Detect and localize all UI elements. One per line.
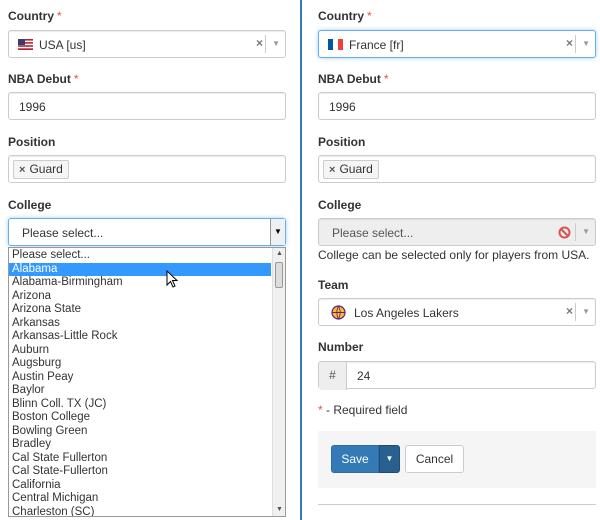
clear-icon[interactable]: × <box>256 36 263 50</box>
country-label: Country * <box>318 9 372 23</box>
scroll-up-icon[interactable]: ▲ <box>274 250 285 257</box>
not-allowed-icon <box>558 226 571 239</box>
dropdown-scrollbar[interactable]: ▲ ▼ <box>272 248 285 516</box>
select-separator <box>575 303 576 321</box>
nba-debut-label: NBA Debut * <box>318 72 389 86</box>
college-label: College <box>318 198 362 212</box>
chevron-down-icon[interactable]: ▼ <box>270 219 285 245</box>
chevron-down-icon[interactable]: ▼ <box>272 39 280 48</box>
college-option[interactable]: Austin Peay <box>9 371 271 385</box>
hash-addon: # <box>319 362 347 390</box>
required-marker: * <box>383 72 389 86</box>
cancel-button[interactable]: Cancel <box>405 445 464 473</box>
select-separator <box>265 35 266 53</box>
college-option[interactable]: Please select... <box>9 249 271 263</box>
nba-debut-value: 1996 <box>19 100 46 114</box>
college-option[interactable]: Alabama-Birmingham <box>9 276 271 290</box>
college-option[interactable]: Baylor <box>9 384 271 398</box>
position-tags-input[interactable]: × Guard <box>8 155 286 183</box>
tag-remove-icon[interactable]: × <box>329 164 335 176</box>
college-option[interactable]: Arizona <box>9 290 271 304</box>
select-separator <box>575 223 576 241</box>
chevron-down-icon[interactable]: ▼ <box>582 39 590 48</box>
college-option[interactable]: Cal State-Fullerton <box>9 465 271 479</box>
college-placeholder: Please select... <box>332 226 414 240</box>
team-value: Los Angeles Lakers <box>354 306 459 320</box>
country-value: France [fr] <box>349 38 404 52</box>
college-option[interactable]: Arkansas <box>9 317 271 331</box>
college-option[interactable]: Cal State Fullerton <box>9 452 271 466</box>
college-option[interactable]: Bowling Green <box>9 425 271 439</box>
college-option[interactable]: Central Michigan <box>9 492 271 506</box>
nba-debut-input[interactable]: 1996 <box>318 92 596 120</box>
required-field-note: * - Required field <box>318 403 408 417</box>
chevron-down-icon: ▼ <box>582 227 590 236</box>
number-label: Number <box>318 340 364 354</box>
select-separator <box>575 35 576 53</box>
nba-debut-value: 1996 <box>329 100 356 114</box>
college-placeholder: Please select... <box>22 226 104 240</box>
college-option[interactable]: Boston College <box>9 411 271 425</box>
college-option[interactable]: Arizona State <box>9 303 271 317</box>
scroll-down-icon[interactable]: ▼ <box>274 506 285 513</box>
college-option[interactable]: Alabama <box>9 262 271 276</box>
chevron-down-icon[interactable]: ▼ <box>582 307 590 316</box>
required-marker: * <box>57 9 62 23</box>
college-help-text: College can be selected only for players… <box>318 248 590 262</box>
lakers-logo-icon <box>331 305 346 320</box>
college-option[interactable]: Bradley <box>9 438 271 452</box>
college-option[interactable]: Arkansas-Little Rock <box>9 330 271 344</box>
college-option[interactable]: California <box>9 479 271 493</box>
tag-remove-icon[interactable]: × <box>19 164 25 176</box>
france-flag-icon <box>328 39 343 50</box>
save-options-caret[interactable]: ▼ <box>379 445 400 473</box>
country-select[interactable]: USA [us] × ▼ <box>8 30 286 58</box>
mouse-cursor-icon <box>166 270 178 288</box>
nba-debut-label: NBA Debut * <box>8 72 79 86</box>
clear-icon[interactable]: × <box>566 304 573 318</box>
panel-divider <box>300 0 302 520</box>
college-option[interactable]: Augsburg <box>9 357 271 371</box>
form-footer: Save ▼ Cancel <box>318 431 596 488</box>
country-value: USA [us] <box>39 38 86 52</box>
position-label: Position <box>318 135 366 149</box>
team-select[interactable]: Los Angeles Lakers × ▼ <box>318 298 596 326</box>
position-tag: × Guard <box>13 160 69 179</box>
college-dropdown-list[interactable]: Please select... Alabama Alabama-Birmingha… <box>8 247 286 517</box>
required-marker: * <box>73 72 79 86</box>
country-select[interactable]: France [fr] × ▼ <box>318 30 596 58</box>
number-input-group[interactable]: # 24 <box>318 361 596 390</box>
position-tag: × Guard <box>323 160 379 179</box>
us-flag-icon <box>18 39 33 50</box>
scrollbar-thumb[interactable] <box>275 262 283 288</box>
position-tags-input[interactable]: × Guard <box>318 155 596 183</box>
college-select[interactable]: Please select... ▼ <box>8 218 286 246</box>
number-value: 24 <box>357 369 371 383</box>
nba-debut-input[interactable]: 1996 <box>8 92 286 120</box>
required-marker: * <box>367 9 372 23</box>
college-label: College <box>8 198 52 212</box>
college-option[interactable]: Auburn <box>9 344 271 358</box>
position-label: Position <box>8 135 56 149</box>
college-option[interactable]: Charleston (SC) <box>9 506 271 517</box>
college-option[interactable]: Blinn Coll. TX (JC) <box>9 398 271 412</box>
clear-icon[interactable]: × <box>566 36 573 50</box>
college-select-disabled: Please select... ▼ <box>318 218 596 246</box>
save-button[interactable]: Save <box>331 445 379 473</box>
footer-divider <box>318 504 596 505</box>
team-label: Team <box>318 278 349 292</box>
country-label: Country * <box>8 9 62 23</box>
